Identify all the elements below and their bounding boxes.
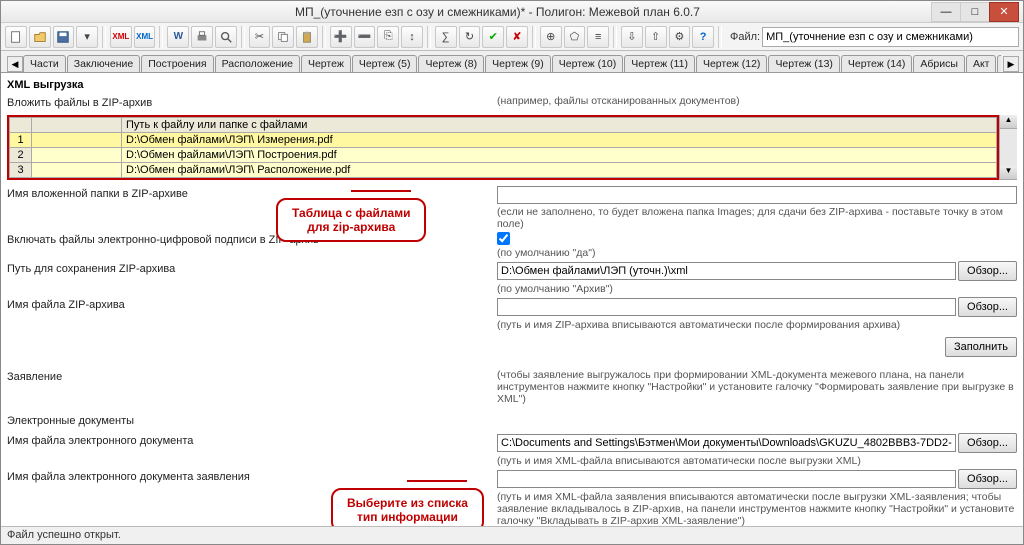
copy-row-icon[interactable]: ⎘ bbox=[377, 26, 399, 48]
tab-чертеж-9-[interactable]: Чертеж (9) bbox=[485, 55, 551, 72]
tab-чертеж-10-[interactable]: Чертеж (10) bbox=[552, 55, 623, 72]
folder-name-input[interactable] bbox=[497, 186, 1017, 204]
open-file-icon[interactable] bbox=[29, 26, 51, 48]
files-table-wrap: Путь к файлу или папке с файлами 1D:\Обм… bbox=[7, 115, 1017, 180]
xml-import-icon[interactable]: XML bbox=[134, 26, 156, 48]
tab-чертеж-8-[interactable]: Чертеж (8) bbox=[418, 55, 484, 72]
include-eds-checkbox[interactable] bbox=[497, 232, 510, 245]
tab-чертеж[interactable]: Чертеж bbox=[301, 55, 351, 72]
tab-чертеж-14-[interactable]: Чертеж (14) bbox=[841, 55, 912, 72]
refresh-icon[interactable]: ↻ bbox=[459, 26, 481, 48]
tab-чертеж-11-[interactable]: Чертеж (11) bbox=[624, 55, 695, 72]
edoc-name-input[interactable] bbox=[497, 434, 956, 452]
table-scrollbar[interactable]: ▲ ▼ bbox=[999, 115, 1017, 180]
edoc-zayav-browse-button[interactable]: Обзор... bbox=[958, 469, 1017, 489]
delete-row-icon[interactable]: ➖ bbox=[354, 26, 376, 48]
tab-strip: ◀ ЧастиЗаключениеПостроенияРасположениеЧ… bbox=[1, 51, 1023, 73]
callout-files-table: Таблица с файламидля zip-архива bbox=[276, 198, 426, 242]
status-bar: Файл успешно открыт. bbox=[1, 526, 1023, 544]
main-toolbar: ▾ XML XML W ✂ ➕ ➖ ⎘ ↕ ∑ ↻ ✔ ✘ ⊕ ⬠ ≡ ⇩ ⇧ … bbox=[1, 23, 1023, 51]
edoc-name-label: Имя файла электронного документа bbox=[7, 433, 497, 449]
save-dropdown-icon[interactable]: ▾ bbox=[76, 26, 98, 48]
include-eds-hint: (по умолчанию "да") bbox=[497, 247, 1017, 259]
edocs-label: Электронные документы bbox=[7, 413, 497, 429]
scroll-up-icon[interactable]: ▲ bbox=[1000, 115, 1017, 129]
section-title: XML выгрузка bbox=[7, 79, 1017, 91]
zip-files-hint: (например, файлы отсканированных докумен… bbox=[497, 95, 1017, 107]
tab-акт[interactable]: Акт bbox=[966, 55, 997, 72]
tab-извещение[interactable]: Извещение bbox=[997, 55, 1001, 72]
paste-icon[interactable] bbox=[296, 26, 318, 48]
save-path-hint: (по умолчанию "Архив") bbox=[497, 283, 1017, 295]
content-area: XML выгрузка Вложить файлы в ZIP-архив (… bbox=[1, 73, 1023, 526]
save-path-browse-button[interactable]: Обзор... bbox=[958, 261, 1017, 281]
cut-icon[interactable]: ✂ bbox=[249, 26, 271, 48]
check-icon[interactable]: ✔ bbox=[482, 26, 504, 48]
help-icon[interactable]: ? bbox=[692, 26, 714, 48]
xml-export-icon[interactable]: XML bbox=[110, 26, 132, 48]
window-title: МП_(уточнение езп с озу и смежниками)* -… bbox=[295, 5, 932, 19]
zayavlenie-label: Заявление bbox=[7, 369, 497, 385]
edoc-zayav-hint: (путь и имя XML-файла заявления вписываю… bbox=[497, 491, 1017, 526]
table-header-empty bbox=[32, 118, 122, 133]
status-text: Файл успешно открыт. bbox=[7, 529, 121, 541]
maximize-button[interactable]: □ bbox=[960, 2, 990, 22]
tab-расположение[interactable]: Расположение bbox=[215, 55, 300, 72]
coords-icon[interactable]: ⊕ bbox=[540, 26, 562, 48]
file-path-label: Файл: bbox=[730, 31, 760, 43]
tab-части[interactable]: Части bbox=[23, 55, 66, 72]
tab-scroll-right[interactable]: ▶ bbox=[1003, 56, 1019, 72]
zip-name-hint: (путь и имя ZIP-архива вписываются автом… bbox=[497, 319, 1017, 331]
file-path-input[interactable] bbox=[762, 27, 1019, 47]
zip-files-label: Вложить файлы в ZIP-архив bbox=[7, 95, 497, 111]
table-header-path: Путь к файлу или папке с файлами bbox=[122, 118, 997, 133]
move-row-icon[interactable]: ↕ bbox=[401, 26, 423, 48]
tab-построения[interactable]: Построения bbox=[141, 55, 213, 72]
folder-name-hint: (если не заполнено, то будет вложена пап… bbox=[497, 206, 1017, 230]
tab-чертеж-12-[interactable]: Чертеж (12) bbox=[696, 55, 767, 72]
save-path-input[interactable] bbox=[497, 262, 956, 280]
word-export-icon[interactable]: W bbox=[167, 26, 189, 48]
table-row[interactable]: 2D:\Обмен файлами\ЛЭП\ Построения.pdf bbox=[10, 148, 997, 163]
edoc-name-browse-button[interactable]: Обзор... bbox=[958, 433, 1017, 453]
folder-name-label: Имя вложенной папки в ZIP-архиве bbox=[7, 186, 497, 202]
edoc-zayav-input[interactable] bbox=[497, 470, 956, 488]
fill-button[interactable]: Заполнить bbox=[945, 337, 1017, 357]
tab-абрисы[interactable]: Абрисы bbox=[913, 55, 965, 72]
close-button[interactable]: ✕ bbox=[989, 2, 1019, 22]
insert-row-icon[interactable]: ➕ bbox=[330, 26, 352, 48]
lines-icon[interactable]: ≡ bbox=[587, 26, 609, 48]
remove-check-icon[interactable]: ✘ bbox=[506, 26, 528, 48]
zip-name-input[interactable] bbox=[497, 298, 956, 316]
zip-name-browse-button[interactable]: Обзор... bbox=[958, 297, 1017, 317]
calc-icon[interactable]: ∑ bbox=[435, 26, 457, 48]
zayavlenie-hint: (чтобы заявление выгружалось при формиро… bbox=[497, 369, 1017, 405]
save-icon[interactable] bbox=[53, 26, 75, 48]
export-icon[interactable]: ⇧ bbox=[645, 26, 667, 48]
tab-чертеж-13-[interactable]: Чертеж (13) bbox=[768, 55, 839, 72]
table-row[interactable]: 1D:\Обмен файлами\ЛЭП\ Измерения.pdf bbox=[10, 133, 997, 148]
tab-scroll-left[interactable]: ◀ bbox=[7, 56, 23, 72]
tab-чертеж-5-[interactable]: Чертеж (5) bbox=[352, 55, 418, 72]
copy-icon[interactable] bbox=[272, 26, 294, 48]
zip-name-label: Имя файла ZIP-архива bbox=[7, 297, 497, 313]
preview-icon[interactable] bbox=[215, 26, 237, 48]
print-icon[interactable] bbox=[191, 26, 213, 48]
table-header-num bbox=[10, 118, 32, 133]
import-icon[interactable]: ⇩ bbox=[621, 26, 643, 48]
callout-info-type: Выберите из спискатип информации bbox=[331, 488, 484, 526]
minimize-button[interactable]: — bbox=[931, 2, 961, 22]
save-path-label: Путь для сохранения ZIP-архива bbox=[7, 261, 497, 277]
titlebar: МП_(уточнение езп с озу и смежниками)* -… bbox=[1, 1, 1023, 23]
edoc-name-hint: (путь и имя XML-файла вписываются автома… bbox=[497, 455, 1017, 467]
files-table[interactable]: Путь к файлу или папке с файлами 1D:\Обм… bbox=[9, 117, 997, 178]
polygon-icon[interactable]: ⬠ bbox=[564, 26, 586, 48]
settings-icon[interactable]: ⚙ bbox=[669, 26, 691, 48]
app-window: МП_(уточнение езп с озу и смежниками)* -… bbox=[0, 0, 1024, 545]
table-row[interactable]: 3D:\Обмен файлами\ЛЭП\ Расположение.pdf bbox=[10, 163, 997, 178]
new-file-icon[interactable] bbox=[5, 26, 27, 48]
scroll-down-icon[interactable]: ▼ bbox=[1000, 166, 1017, 180]
tab-заключение[interactable]: Заключение bbox=[67, 55, 140, 72]
